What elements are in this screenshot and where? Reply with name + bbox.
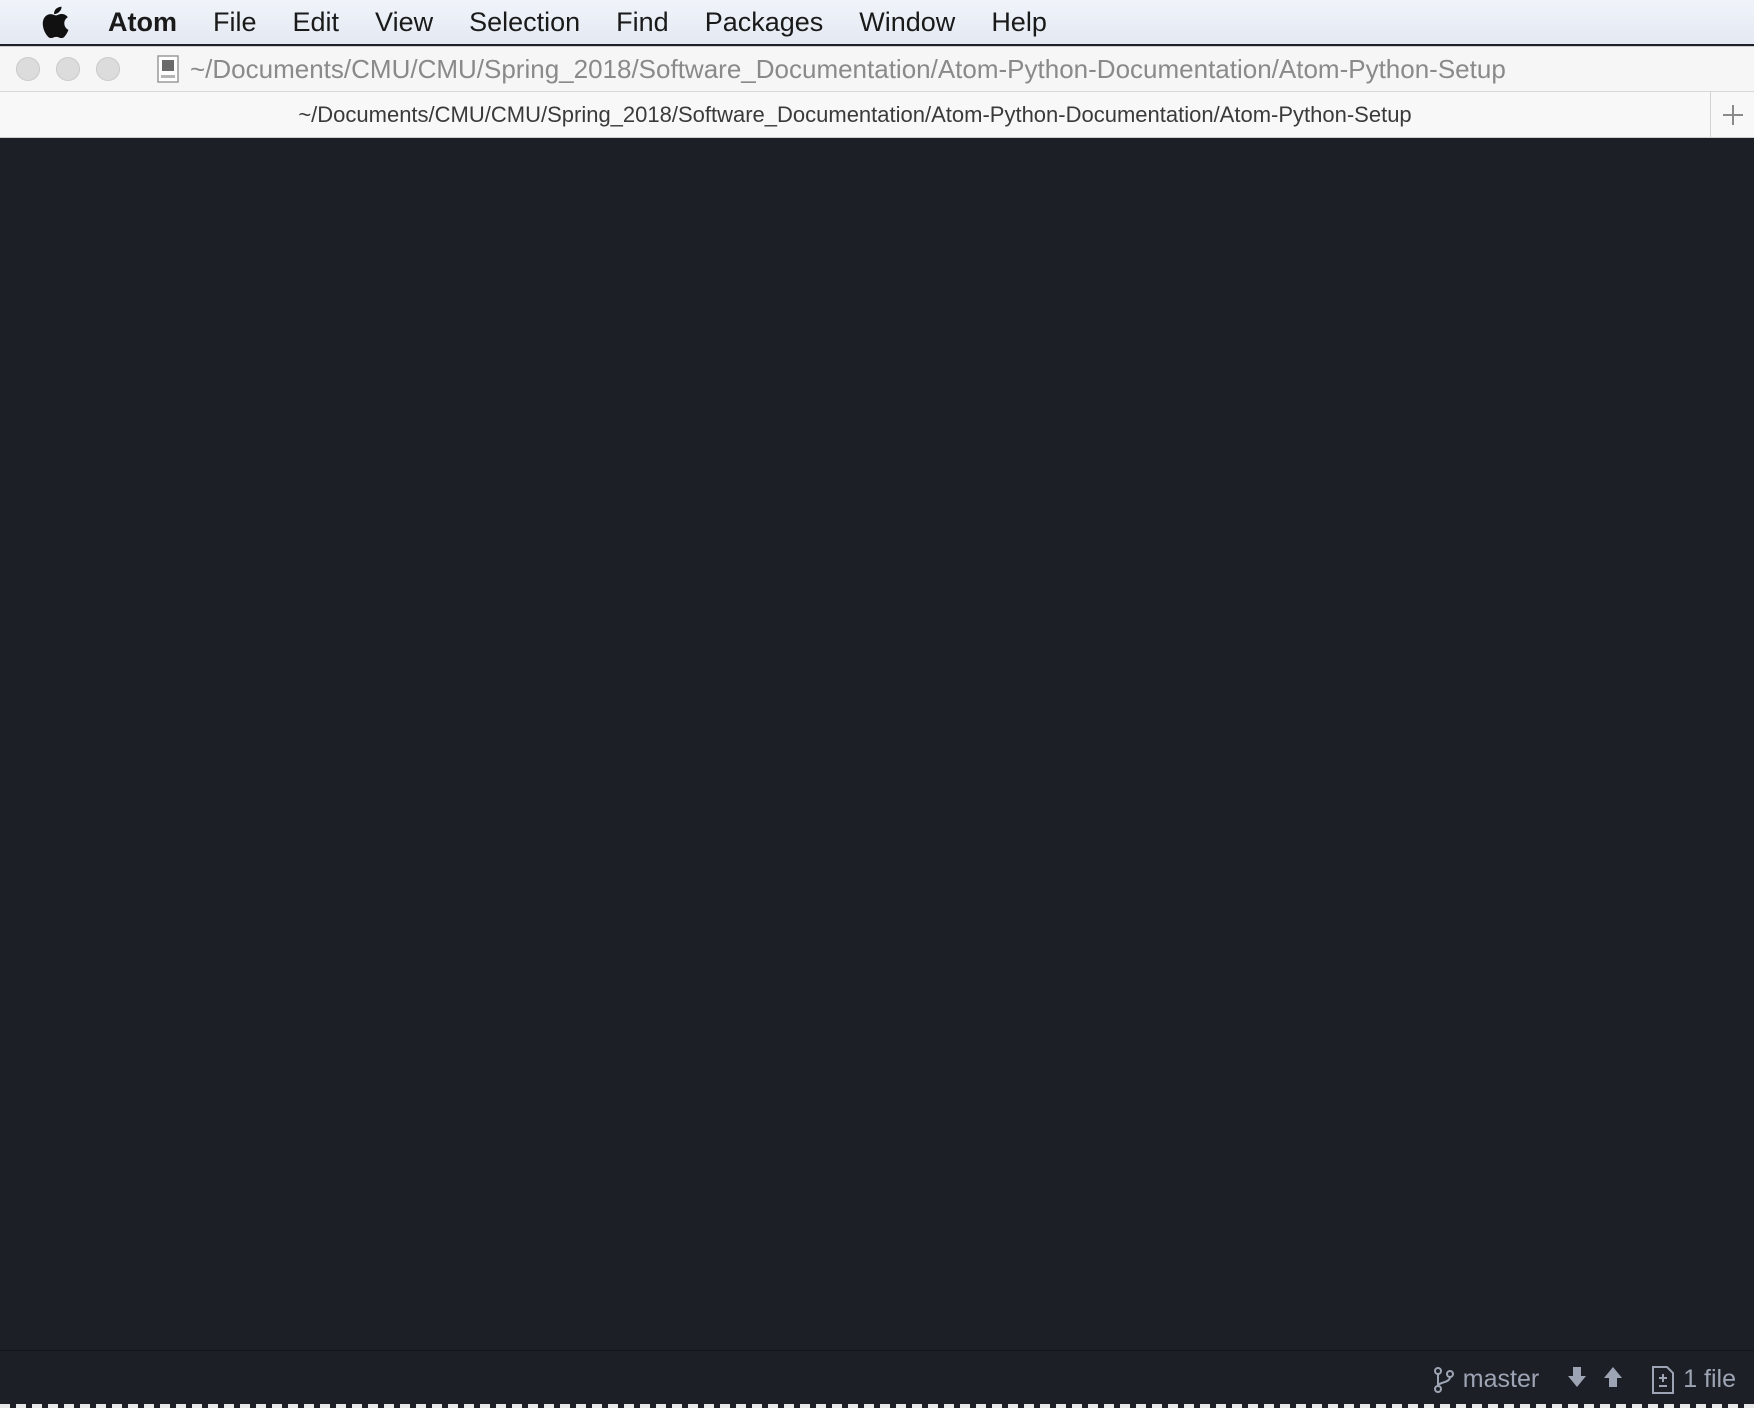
changed-files[interactable]: 1 file [1651,1365,1736,1395]
arrow-up-icon [1603,1366,1623,1393]
menu-window[interactable]: Window [841,0,973,44]
changed-files-label: 1 file [1683,1365,1736,1393]
git-branch-label: master [1462,1365,1540,1393]
close-window-button[interactable] [16,57,40,81]
tab-bar: ~/Documents/CMU/CMU/Spring_2018/Software… [0,91,1754,138]
plus-icon [1722,104,1743,125]
diff-file-icon [1651,1365,1675,1395]
menu-find[interactable]: Find [598,0,687,44]
new-tab-button[interactable] [1710,91,1754,138]
tab-project[interactable]: ~/Documents/CMU/CMU/Spring_2018/Software… [0,92,1710,138]
arrow-down-icon [1567,1366,1587,1393]
menu-bar: Atom File Edit View Selection Find Packa… [0,0,1754,44]
minimize-window-button[interactable] [56,57,80,81]
document-icon [156,54,180,84]
git-branch[interactable]: master [1433,1365,1539,1394]
status-bar: master 1 file [0,1350,1754,1408]
menu-help[interactable]: Help [973,0,1065,44]
menu-view[interactable]: View [357,0,451,44]
window-titlebar: ~/Documents/CMU/CMU/Spring_2018/Software… [0,46,1754,92]
git-branch-icon [1433,1366,1455,1394]
zoom-window-button[interactable] [96,57,120,81]
menu-edit[interactable]: Edit [275,0,358,44]
menu-file[interactable]: File [195,0,275,44]
menu-packages[interactable]: Packages [687,0,842,44]
window-title: ~/Documents/CMU/CMU/Spring_2018/Software… [190,53,1506,84]
tab-label: ~/Documents/CMU/CMU/Spring_2018/Software… [298,101,1412,127]
git-fetch[interactable] [1567,1366,1623,1393]
menu-app-atom[interactable]: Atom [90,0,195,44]
menu-selection[interactable]: Selection [451,0,598,44]
editor-pane[interactable] [0,138,1754,1350]
apple-icon[interactable] [38,5,72,39]
window-bottom-edge [0,1404,1754,1408]
